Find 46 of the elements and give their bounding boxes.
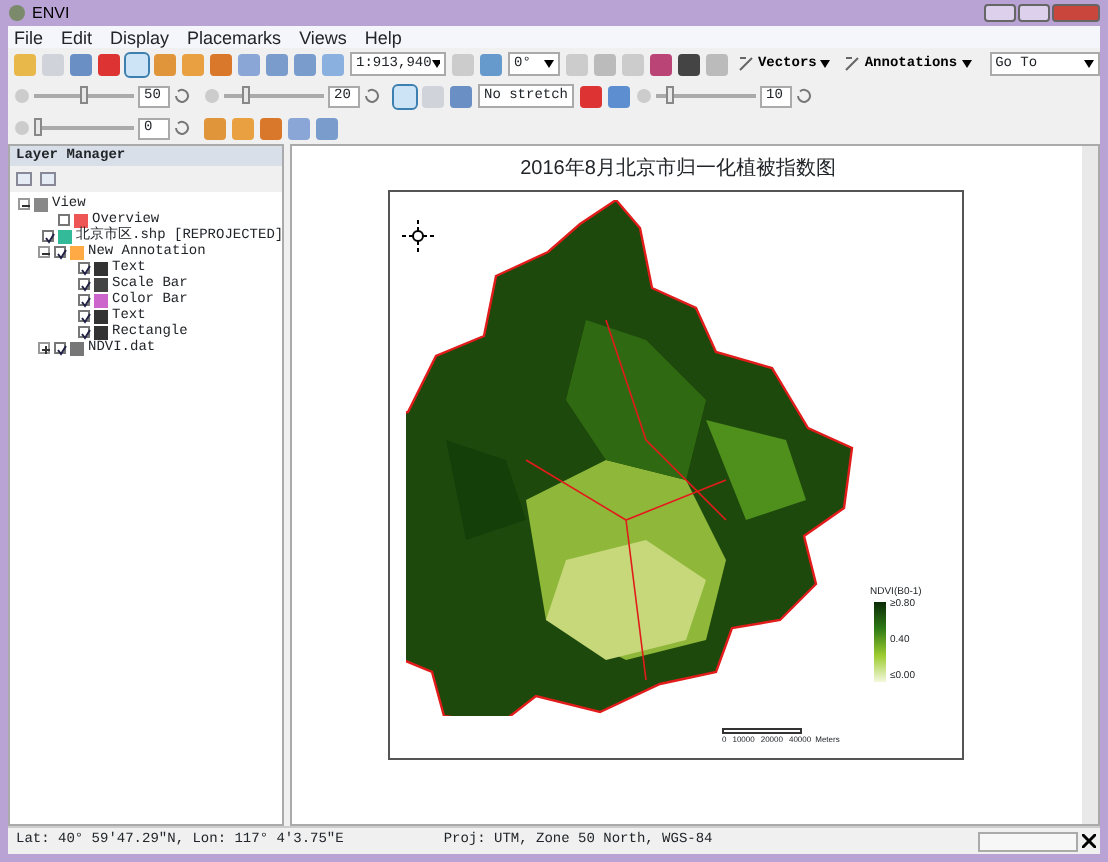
slider-icon xyxy=(636,88,652,104)
color-bar xyxy=(874,601,886,681)
slider-icon xyxy=(204,88,220,104)
checkbox[interactable] xyxy=(42,230,54,242)
expand-icon[interactable] xyxy=(38,342,50,354)
refresh-icon[interactable] xyxy=(796,88,812,104)
collapse-icon[interactable] xyxy=(18,198,30,210)
minimize-button[interactable] xyxy=(984,4,1016,22)
tool-icon[interactable] xyxy=(649,53,672,75)
maximize-button[interactable] xyxy=(1018,4,1050,22)
window-title: ENVI xyxy=(32,1,70,25)
scale-bar xyxy=(722,728,802,734)
menu-item[interactable]: Help xyxy=(364,27,402,47)
tool-icon[interactable] xyxy=(677,53,700,75)
caret-icon xyxy=(820,60,831,68)
checkbox[interactable] xyxy=(78,278,90,290)
scrollbar[interactable] xyxy=(1082,146,1098,824)
tool-icon[interactable] xyxy=(580,85,602,107)
checkbox[interactable] xyxy=(78,310,90,322)
checkbox[interactable] xyxy=(78,262,90,274)
collapse-icon[interactable] xyxy=(38,246,50,258)
layer-icon xyxy=(34,197,48,211)
checkbox[interactable] xyxy=(78,326,90,338)
menu-item[interactable]: Display xyxy=(110,27,170,47)
menu-item[interactable]: Edit xyxy=(61,27,93,47)
north-arrow-icon xyxy=(402,220,434,252)
line-tool-icon xyxy=(737,56,754,72)
refresh-icon[interactable] xyxy=(364,88,380,104)
line-tool-icon xyxy=(844,56,861,72)
checkbox[interactable] xyxy=(54,246,66,258)
menu-item[interactable]: File xyxy=(14,27,44,47)
menu-item[interactable]: Placemarks xyxy=(187,27,282,47)
caret-icon xyxy=(431,60,440,68)
collapse-all-button[interactable] xyxy=(40,172,56,186)
tool-icon[interactable] xyxy=(98,53,120,75)
expand-all-button[interactable] xyxy=(16,172,32,186)
caret-icon xyxy=(1084,60,1094,68)
caret-icon xyxy=(961,60,972,68)
close-icon[interactable] xyxy=(1082,834,1096,848)
menu-item[interactable]: Views xyxy=(299,27,347,47)
checkbox[interactable] xyxy=(58,214,70,226)
checkbox[interactable] xyxy=(78,294,90,306)
map-title: 2016年8月北京市归一化植被指数图 xyxy=(518,155,838,184)
app-icon xyxy=(8,4,26,22)
caret-icon xyxy=(543,60,554,68)
checkbox[interactable] xyxy=(54,342,66,354)
